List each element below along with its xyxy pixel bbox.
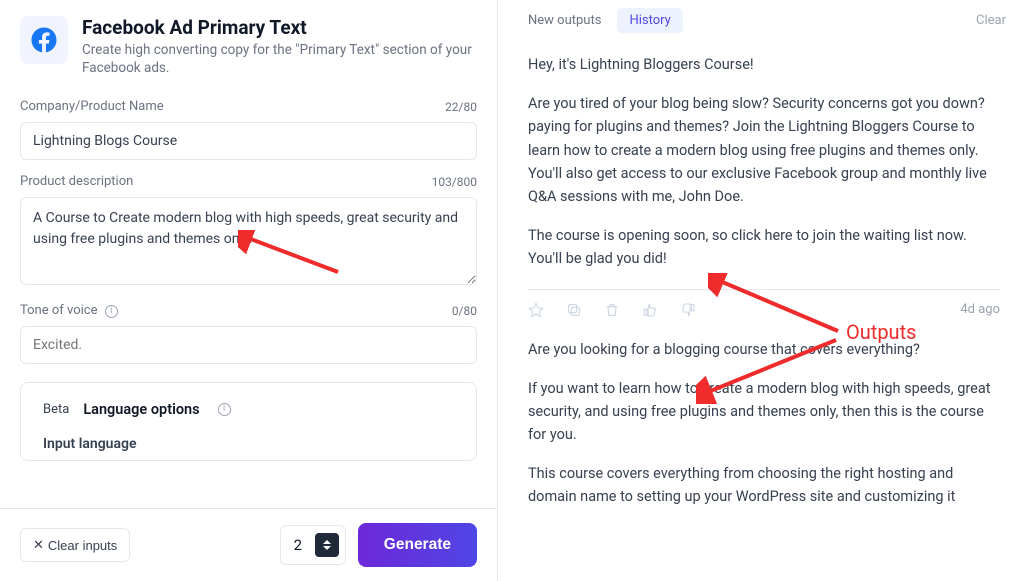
clear-inputs-button[interactable]: ✕ Clear inputs <box>20 528 130 562</box>
form-panel: Facebook Ad Primary Text Create high con… <box>0 0 498 581</box>
output-paragraph: Hey, it's Lightning Bloggers Course! <box>528 53 1000 76</box>
form-body: Company/Product Name 22/80 Product descr… <box>0 91 497 508</box>
page-subtitle: Create high converting copy for the "Pri… <box>82 41 477 77</box>
output-count-value: 2 <box>281 536 315 554</box>
language-options-label: Language options <box>83 401 199 418</box>
info-icon: i <box>218 403 231 416</box>
output-item[interactable]: Are you looking for a blogging course th… <box>528 324 1000 527</box>
chevron-down-icon <box>323 546 331 550</box>
outputs-panel: New outputs History Clear Hey, it's Ligh… <box>498 0 1024 581</box>
beta-badge: Beta <box>43 402 69 417</box>
clear-inputs-label: Clear inputs <box>48 538 117 553</box>
copy-icon[interactable] <box>566 302 582 318</box>
thumbs-down-icon[interactable] <box>680 302 696 318</box>
tone-counter: 0/80 <box>452 304 477 318</box>
output-item[interactable]: Hey, it's Lightning Bloggers Course! Are… <box>528 39 1000 290</box>
outputs-list[interactable]: Hey, it's Lightning Bloggers Course! Are… <box>498 39 1024 581</box>
language-card: Beta Language options i Input language <box>20 382 477 461</box>
info-icon: i <box>105 305 118 318</box>
company-input[interactable] <box>20 122 477 160</box>
header-text: Facebook Ad Primary Text Create high con… <box>82 16 477 77</box>
output-paragraph: Are you looking for a blogging course th… <box>528 338 1000 361</box>
chevron-up-icon <box>323 540 331 544</box>
company-field: Company/Product Name 22/80 <box>20 99 477 160</box>
description-input[interactable] <box>20 197 477 285</box>
output-timestamp: 4d ago <box>960 302 1000 317</box>
footer-bar: ✕ Clear inputs 2 Generate <box>0 508 497 581</box>
company-label: Company/Product Name <box>20 99 164 114</box>
thumbs-up-icon[interactable] <box>642 302 658 318</box>
generate-button[interactable]: Generate <box>358 523 477 567</box>
description-counter: 103/800 <box>432 175 477 189</box>
page-title: Facebook Ad Primary Text <box>82 16 477 39</box>
tab-new-outputs[interactable]: New outputs <box>516 8 613 33</box>
star-icon[interactable] <box>528 302 544 318</box>
clear-outputs-button[interactable]: Clear <box>976 13 1006 28</box>
tabs-bar: New outputs History Clear <box>498 0 1024 39</box>
description-field: Product description 103/800 <box>20 174 477 289</box>
stepper-buttons[interactable] <box>315 533 339 557</box>
close-icon: ✕ <box>33 537 44 553</box>
tab-history[interactable]: History <box>617 8 682 33</box>
output-paragraph: If you want to learn how to create a mod… <box>528 377 1000 447</box>
output-paragraph: The course is opening soon, so click her… <box>528 224 1000 270</box>
facebook-icon <box>20 16 68 64</box>
output-paragraph: Are you tired of your blog being slow? S… <box>528 92 1000 208</box>
company-counter: 22/80 <box>445 100 477 114</box>
tone-input[interactable] <box>20 326 477 364</box>
output-meta-row: 4d ago <box>528 290 1000 324</box>
trash-icon[interactable] <box>604 302 620 318</box>
tone-field: Tone of voice i 0/80 <box>20 303 477 364</box>
description-label: Product description <box>20 174 133 189</box>
output-count-stepper[interactable]: 2 <box>280 525 346 565</box>
tone-label: Tone of voice i <box>20 303 118 318</box>
input-language-label: Input language <box>43 436 454 452</box>
panel-header: Facebook Ad Primary Text Create high con… <box>0 0 497 91</box>
output-paragraph: This course covers everything from choos… <box>528 462 1000 508</box>
